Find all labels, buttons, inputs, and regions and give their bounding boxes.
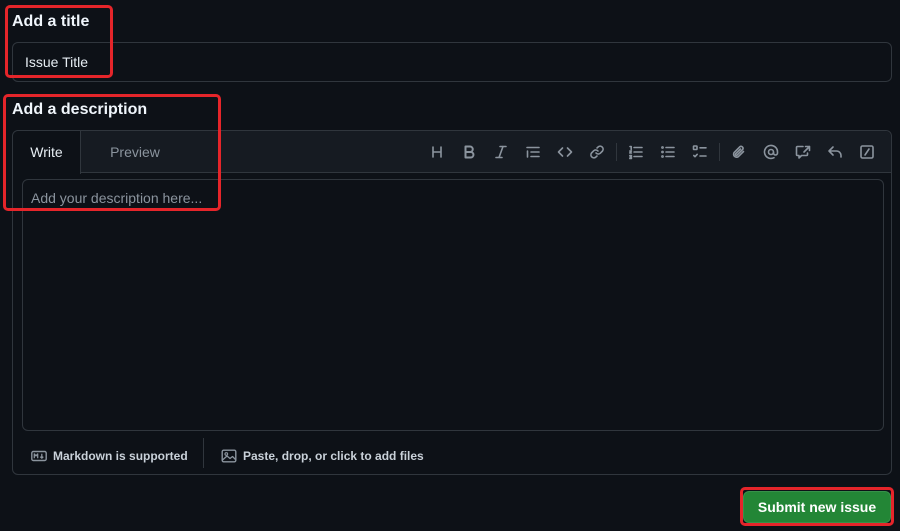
toolbar-divider: [616, 143, 617, 161]
description-label: Add a description: [12, 101, 148, 118]
toolbar-divider: [719, 143, 720, 161]
link-icon[interactable]: [581, 140, 613, 164]
saved-reply-icon[interactable]: [819, 140, 851, 164]
tab-write[interactable]: Write: [13, 131, 81, 174]
markdown-toolbar: [421, 140, 883, 164]
image-icon: [221, 449, 237, 463]
task-list-icon[interactable]: [684, 140, 716, 164]
bold-icon[interactable]: [453, 140, 485, 164]
heading-icon[interactable]: [421, 140, 453, 164]
markdown-supported[interactable]: Markdown is supported: [31, 443, 188, 469]
footer-divider: [203, 438, 204, 468]
description-editor: Write Preview Add your description here.…: [12, 130, 892, 475]
italic-icon[interactable]: [485, 140, 517, 164]
markdown-label: Markdown is supported: [53, 449, 188, 463]
title-input[interactable]: [12, 42, 892, 82]
quote-icon[interactable]: [517, 140, 549, 164]
title-label: Add a title: [12, 13, 90, 30]
new-issue-form: Add a title Add a description Write Prev…: [0, 0, 900, 531]
add-files-button[interactable]: Paste, drop, or click to add files: [221, 443, 424, 469]
editor-header: Write Preview: [13, 131, 891, 174]
editor-footer: Markdown is supported Paste, drop, or cl…: [13, 436, 891, 474]
attach-icon[interactable]: [723, 140, 755, 164]
code-icon[interactable]: [549, 140, 581, 164]
numbered-list-icon[interactable]: [620, 140, 652, 164]
markdown-icon: [31, 450, 47, 462]
add-files-label: Paste, drop, or click to add files: [243, 449, 424, 463]
slash-command-icon[interactable]: [851, 140, 883, 164]
description-textarea[interactable]: [22, 179, 884, 431]
mention-icon[interactable]: [755, 140, 787, 164]
tab-preview[interactable]: Preview: [97, 131, 173, 173]
cross-reference-icon[interactable]: [787, 140, 819, 164]
unordered-list-icon[interactable]: [652, 140, 684, 164]
submit-issue-button[interactable]: Submit new issue: [743, 491, 891, 523]
